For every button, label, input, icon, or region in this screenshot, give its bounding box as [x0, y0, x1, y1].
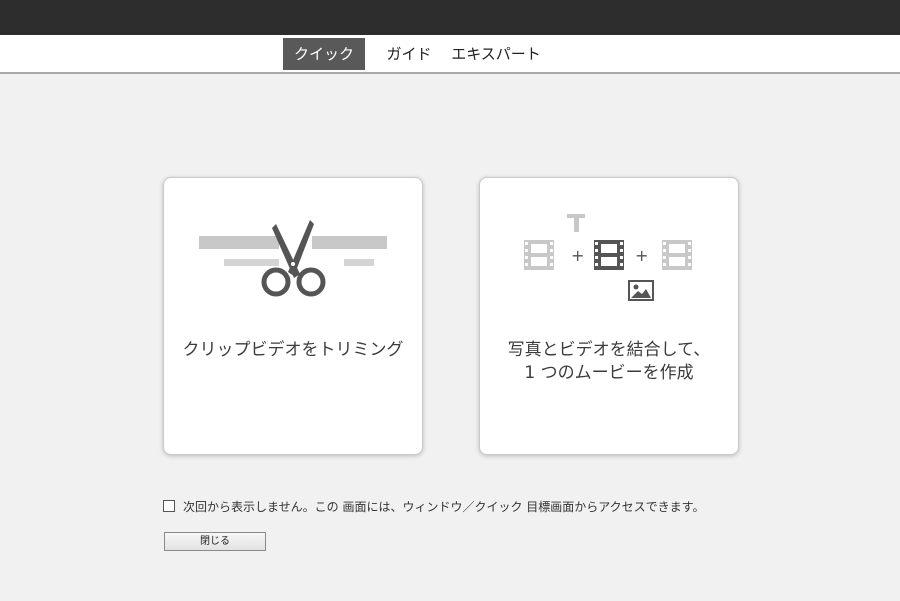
image-icon — [628, 280, 654, 301]
scissors-icon — [199, 220, 387, 297]
clip-bar-right-small — [344, 259, 374, 266]
scissor-pivot — [291, 262, 295, 266]
combine-card-label-line2: 1 つのムービーを作成 — [524, 363, 694, 383]
clip-bar-right — [312, 236, 387, 249]
text-icon — [567, 214, 585, 232]
combine-movie-card[interactable]: + + 写真とビデオを結合して、 1 つのムービーを作成 — [479, 177, 739, 455]
clip-bar-left — [199, 236, 279, 249]
window-titlebar — [0, 0, 900, 35]
clip-bar-left-small — [224, 259, 279, 266]
film-icon — [662, 240, 692, 270]
scissor-handle-right — [296, 267, 326, 297]
tab-guide[interactable]: ガイド — [378, 38, 440, 70]
combine-card-label: 写真とビデオを結合して、 1 つのムービーを作成 — [480, 339, 738, 385]
scissor-handle-left — [261, 267, 291, 297]
dont-show-again-label: 次回から表示しません。この 画面には、ウィンドウ／クイック 目標画面からアクセス… — [183, 499, 705, 514]
mode-tab-bar: クイック ガイド エキスパート — [0, 35, 900, 74]
tab-expert[interactable]: エキスパート — [450, 38, 542, 70]
film-icon-selected — [594, 240, 624, 270]
tab-quick[interactable]: クイック — [283, 38, 365, 70]
close-button[interactable]: 閉じる — [164, 532, 266, 551]
dont-show-again-checkbox[interactable] — [163, 500, 175, 512]
trim-card-label: クリップビデオをトリミング — [182, 340, 404, 360]
film-icon — [524, 240, 554, 270]
combine-card-label-line1: 写真とビデオを結合して、 — [507, 340, 711, 360]
plus-sign-1: + — [571, 246, 584, 265]
dont-show-again-row: 次回から表示しません。この 画面には、ウィンドウ／クイック 目標画面からアクセス… — [163, 497, 704, 515]
plus-sign-2: + — [635, 246, 648, 265]
trim-clip-card[interactable]: クリップビデオをトリミング — [163, 177, 423, 455]
combine-media-illustration: + + — [524, 214, 692, 301]
